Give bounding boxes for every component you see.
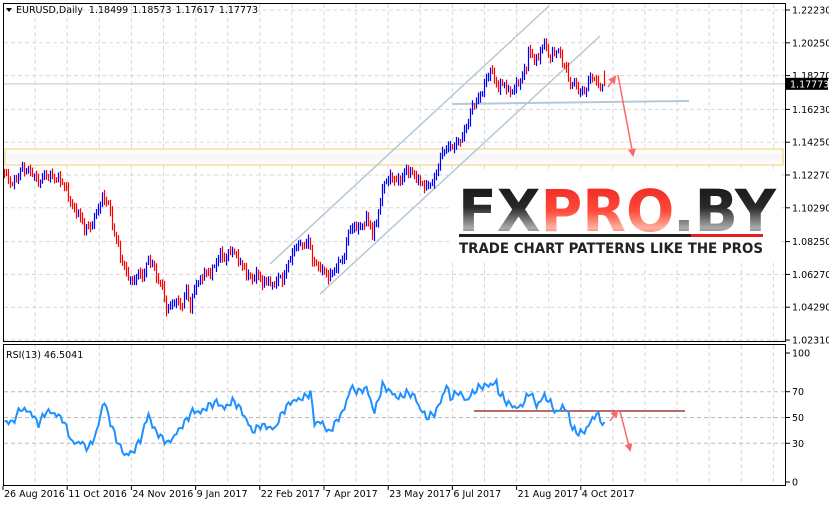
price-tick-label: 1.04290 <box>792 303 829 314</box>
logo-tagline: TRADE CHART PATTERNS LIKE THE PROS <box>459 241 763 257</box>
low-value: 1.17617 <box>176 5 215 16</box>
price-tick-label: 1.20250 <box>792 38 829 49</box>
date-tick-label: 4 Oct 2017 <box>582 489 635 500</box>
date-tick-label: 24 Nov 2016 <box>132 489 193 500</box>
date-tick-label: 11 Oct 2016 <box>68 489 127 500</box>
date-tick-label: 21 Aug 2017 <box>518 489 579 500</box>
rsi-tick-label: 100 <box>792 349 810 360</box>
close-value: 1.17773 <box>219 5 258 16</box>
support-line[interactable] <box>452 100 690 105</box>
chart-canvas[interactable]: FXPRO.BY TRADE CHART PATTERNS LIKE THE P… <box>0 0 829 505</box>
symbol-label: EURUSD,Daily <box>16 5 83 16</box>
rsi-axis: 100 70 50 30 0 <box>786 349 810 489</box>
date-tick-label: 7 Apr 2017 <box>325 489 378 500</box>
high-value: 1.18573 <box>132 5 171 16</box>
fxpro-logo: FXPRO.BY TRADE CHART PATTERNS LIKE THE P… <box>450 172 780 260</box>
price-tick-label: 1.22230 <box>792 6 829 17</box>
price-tick-label: 1.16230 <box>792 105 829 116</box>
price-tick-label: 1.02310 <box>792 336 829 347</box>
current-price-text: 1.17773 <box>790 79 829 90</box>
arrow-down-rsi[interactable] <box>619 410 633 452</box>
price-tick-label: 1.12270 <box>792 171 829 182</box>
date-tick-label: 6 Jul 2017 <box>453 489 501 500</box>
price-tick-label: 1.14250 <box>792 138 829 149</box>
rsi-tick-label: 30 <box>792 439 804 450</box>
price-axis: 1.222301.202501.182701.162301.142501.122… <box>786 6 829 347</box>
date-tick-label: 22 Feb 2017 <box>261 489 320 500</box>
date-axis: 26 Aug 2016 11 Oct 2016 24 Nov 2016 9 Jan 2… <box>2 486 635 500</box>
rsi-title: RSI(13) 46.5041 <box>6 350 83 361</box>
arrow-down-price[interactable] <box>617 74 636 157</box>
price-tick-label: 1.08250 <box>792 237 829 248</box>
rsi-tick-label: 50 <box>792 413 804 424</box>
rsi-panel-border <box>3 344 786 486</box>
arrow-up-small-rsi[interactable] <box>609 409 619 422</box>
rsi-grid <box>4 345 785 485</box>
date-tick-label: 26 Aug 2016 <box>4 489 65 500</box>
arrow-up-small-price[interactable] <box>607 75 617 88</box>
rsi-tick-label: 0 <box>792 478 798 489</box>
date-tick-label: 9 Jan 2017 <box>197 489 248 500</box>
open-value: 1.18499 <box>89 5 128 16</box>
rsi-line <box>4 376 606 457</box>
price-zone-rectangle[interactable] <box>4 148 784 166</box>
price-tick-label: 1.10290 <box>792 203 829 214</box>
chart-header: EURUSD,Daily 1.18499 1.18573 1.17617 1.17773 <box>16 5 258 16</box>
date-tick-label: 23 May 2017 <box>389 489 451 500</box>
rsi-tick-label: 70 <box>792 387 804 398</box>
price-tick-label: 1.06270 <box>792 270 829 281</box>
